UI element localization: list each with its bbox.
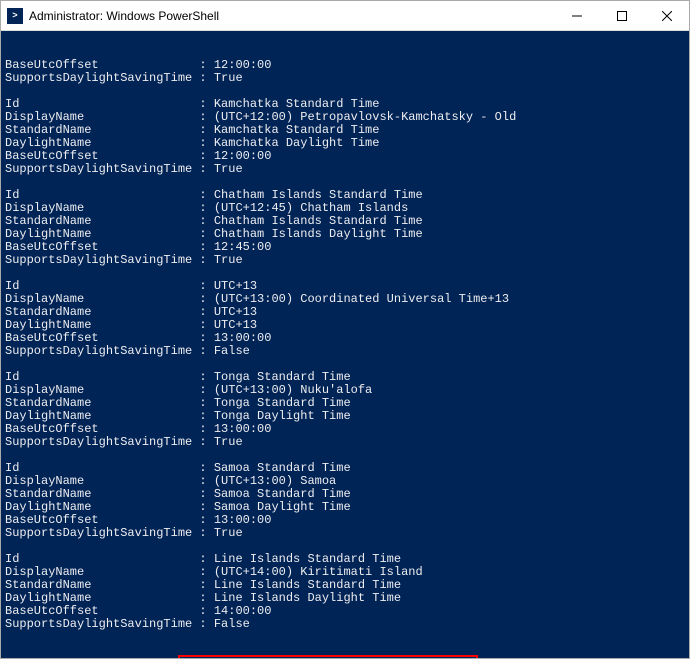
output-row: SupportsDaylightSavingTime : True [5,436,685,449]
window-title: Administrator: Windows PowerShell [29,9,554,23]
close-icon [662,11,672,21]
output-row: SupportsDaylightSavingTime : True [5,527,685,540]
blank-line [5,631,685,644]
maximize-icon [617,11,627,21]
output-row: SupportsDaylightSavingTime : True [5,254,685,267]
maximize-button[interactable] [599,1,644,30]
command-highlight: Set-Timezone -Name "India Standard Time" [178,655,478,658]
output-row: SupportsDaylightSavingTime : False [5,345,685,358]
close-button[interactable] [644,1,689,30]
minimize-button[interactable] [554,1,599,30]
window-controls [554,1,689,30]
titlebar[interactable]: > Administrator: Windows PowerShell [1,1,689,31]
output-row: SupportsDaylightSavingTime : True [5,72,685,85]
prompt-line-executed: PS C:\windows\system32> Set-Timezone -Na… [5,657,685,658]
output-row: SupportsDaylightSavingTime : False [5,618,685,631]
powershell-icon: > [7,8,23,24]
minimize-icon [572,11,582,21]
console-output[interactable]: BaseUtcOffset : 12:00:00SupportsDaylight… [1,31,689,658]
output-row: SupportsDaylightSavingTime : True [5,163,685,176]
powershell-window: > Administrator: Windows PowerShell Base… [0,0,690,659]
